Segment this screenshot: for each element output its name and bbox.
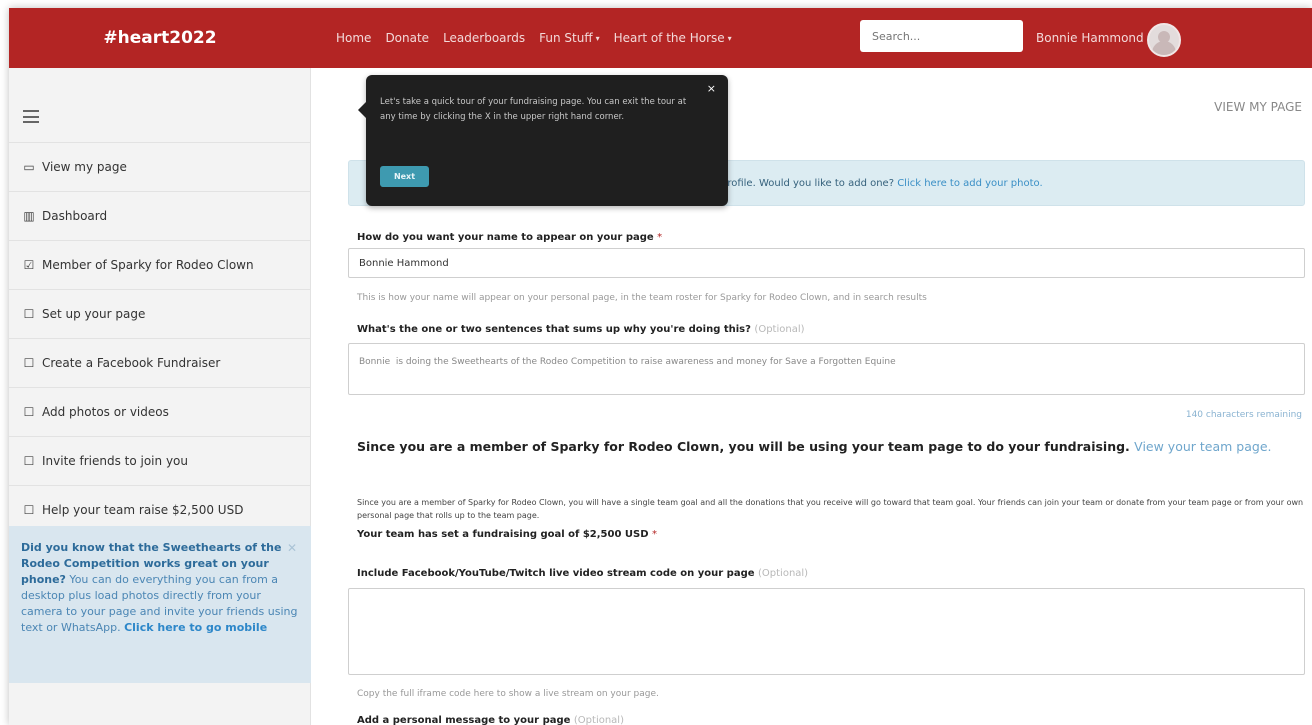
checkbox-icon: ☐ xyxy=(23,356,35,370)
nav-fun-stuff[interactable]: Fun Stuff ▾ xyxy=(539,31,599,45)
view-my-page-link[interactable]: VIEW MY PAGE xyxy=(1214,100,1302,114)
monitor-icon: ▭ xyxy=(23,160,35,174)
nav-links: Home Donate Leaderboards Fun Stuff ▾ Hear… xyxy=(336,8,732,68)
sidebar-item-label: View my page xyxy=(42,160,127,174)
caret-down-icon: ▾ xyxy=(595,33,600,43)
sidebar-item-label: Dashboard xyxy=(42,209,108,223)
brand-logo[interactable]: #heart2022 xyxy=(9,8,311,68)
tour-popover: × Let's take a quick tour of your fundra… xyxy=(358,75,728,206)
sidebar-item-label: Help your team raise $2,500 USD xyxy=(42,503,244,517)
caret-down-icon: ▾ xyxy=(727,33,732,43)
checkbox-icon: ☐ xyxy=(23,307,35,321)
nav-heart-label: Heart of the Horse xyxy=(613,31,725,45)
summary-textarea[interactable]: Bonnie is doing the Sweethearts of the R… xyxy=(348,343,1305,395)
required-marker: * xyxy=(652,529,658,540)
sidebar: ▭ View my page ▥ Dashboard ☑ Member of S… xyxy=(9,68,311,725)
hamburger-menu-icon[interactable] xyxy=(23,110,39,123)
sentence-label: What's the one or two sentences that sum… xyxy=(357,324,805,335)
team-fundraising-heading: Since you are a member of Sparky for Rod… xyxy=(357,439,1271,454)
alert-text: profile. Would you like to add one? xyxy=(721,178,898,189)
name-help-text: This is how your name will appear on you… xyxy=(357,293,927,303)
sidebar-item-set-up-page[interactable]: ☐ Set up your page xyxy=(9,289,311,338)
app-frame: #heart2022 Home Donate Leaderboards Fun … xyxy=(9,8,1312,725)
sidebar-item-view-my-page[interactable]: ▭ View my page xyxy=(9,142,311,191)
avatar-head-shape xyxy=(1158,31,1170,43)
name-label-text: How do you want your name to appear on y… xyxy=(357,232,654,243)
sidebar-item-team-member[interactable]: ☑ Member of Sparky for Rodeo Clown xyxy=(9,240,311,289)
close-icon[interactable]: × xyxy=(707,81,716,96)
popover-arrow xyxy=(358,102,366,118)
sidebar-item-facebook-fundraiser[interactable]: ☐ Create a Facebook Fundraiser xyxy=(9,338,311,387)
sidebar-item-label: Set up your page xyxy=(42,307,146,321)
nav-home[interactable]: Home xyxy=(336,31,371,45)
avatar[interactable] xyxy=(1147,23,1181,57)
sidebar-item-dashboard[interactable]: ▥ Dashboard xyxy=(9,191,311,240)
sidebar-item-invite-friends[interactable]: ☐ Invite friends to join you xyxy=(9,436,311,485)
user-name[interactable]: Bonnie Hammond xyxy=(1036,8,1144,68)
nav-donate-label: Donate xyxy=(385,31,430,45)
nav-leaderboards-label: Leaderboards xyxy=(443,31,526,45)
characters-remaining: 140 characters remaining xyxy=(1185,410,1302,420)
nav-home-label: Home xyxy=(336,31,372,45)
sidebar-item-label: Invite friends to join you xyxy=(42,454,188,468)
nav-fun-stuff-label: Fun Stuff xyxy=(539,31,593,45)
optional-tag: (Optional) xyxy=(573,715,624,725)
team-goal-paragraph: Since you are a member of Sparky for Rod… xyxy=(357,498,1304,520)
display-name-input[interactable] xyxy=(348,248,1305,278)
checked-box-icon: ☑ xyxy=(23,258,35,272)
sentence-label-text: What's the one or two sentences that sum… xyxy=(357,324,751,335)
name-label: How do you want your name to appear on y… xyxy=(357,232,662,243)
nav-donate[interactable]: Donate xyxy=(385,31,429,45)
checkbox-icon: ☐ xyxy=(23,405,35,419)
sidebar-item-label: Add photos or videos xyxy=(42,405,169,419)
message-label-text: Add a personal message to your page xyxy=(357,715,571,725)
sidebar-item-label: Member of Sparky for Rodeo Clown xyxy=(42,258,254,272)
required-marker: * xyxy=(657,232,663,243)
bar-chart-icon: ▥ xyxy=(23,209,35,223)
stream-code-textarea[interactable] xyxy=(348,588,1305,675)
nav-leaderboards[interactable]: Leaderboards xyxy=(443,31,525,45)
optional-tag: (Optional) xyxy=(754,324,805,335)
tour-text: Let's take a quick tour of your fundrais… xyxy=(380,97,687,122)
sidebar-item-add-photos[interactable]: ☐ Add photos or videos xyxy=(9,387,311,436)
message-label: Add a personal message to your page (Opt… xyxy=(357,715,624,725)
goal-label: Your team has set a fundraising goal of … xyxy=(357,529,657,540)
stream-label: Include Facebook/YouTube/Twitch live vid… xyxy=(357,568,808,579)
avatar-body-shape xyxy=(1152,41,1176,55)
top-navbar: #heart2022 Home Donate Leaderboards Fun … xyxy=(9,8,1312,68)
go-mobile-link[interactable]: Click here to go mobile xyxy=(124,621,267,634)
view-team-page-link[interactable]: View your team page. xyxy=(1134,439,1271,454)
optional-tag: (Optional) xyxy=(758,568,809,579)
tour-next-button[interactable]: Next xyxy=(380,166,429,187)
mobile-tip-box: ✕ Did you know that the Sweethearts of t… xyxy=(9,526,311,683)
checkbox-icon: ☐ xyxy=(23,503,35,517)
stream-label-text: Include Facebook/YouTube/Twitch live vid… xyxy=(357,568,755,579)
team-heading-text: Since you are a member of Sparky for Rod… xyxy=(357,439,1130,454)
nav-heart-of-the-horse[interactable]: Heart of the Horse ▾ xyxy=(614,31,732,45)
close-icon[interactable]: ✕ xyxy=(287,540,297,556)
stream-help-text: Copy the full iframe code here to show a… xyxy=(357,689,659,699)
sidebar-item-label: Create a Facebook Fundraiser xyxy=(42,356,221,370)
goal-label-text: Your team has set a fundraising goal of … xyxy=(357,529,649,540)
checkbox-icon: ☐ xyxy=(23,454,35,468)
add-photo-link[interactable]: Click here to add your photo. xyxy=(897,178,1042,189)
search-input[interactable] xyxy=(860,20,1023,52)
